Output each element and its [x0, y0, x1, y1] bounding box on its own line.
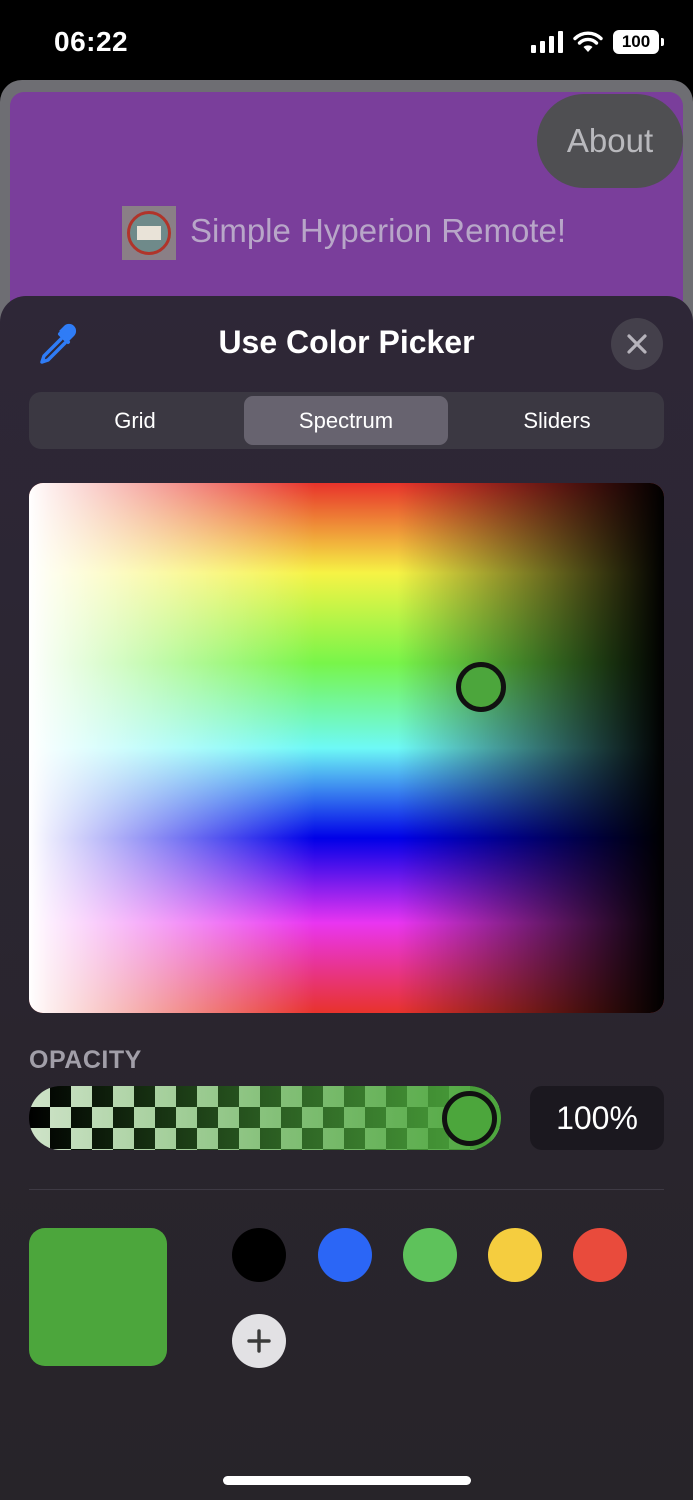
swatch-blue[interactable] — [318, 1228, 372, 1282]
wifi-icon — [573, 31, 603, 52]
swatch-red[interactable] — [573, 1228, 627, 1282]
spectrum-selector-thumb[interactable] — [456, 662, 506, 712]
tab-grid[interactable]: Grid — [33, 396, 237, 445]
cellular-signal-icon — [531, 31, 563, 53]
home-indicator — [223, 1476, 471, 1485]
status-bar: 06:22 100 — [0, 0, 693, 84]
close-icon — [627, 334, 647, 354]
swatch-green[interactable] — [403, 1228, 457, 1282]
app-logo — [122, 206, 176, 260]
divider — [29, 1189, 664, 1190]
opacity-slider-thumb[interactable] — [442, 1091, 497, 1146]
swatch-black[interactable] — [232, 1228, 286, 1282]
battery-level: 100 — [621, 32, 651, 51]
sheet-title: Use Color Picker — [218, 324, 475, 360]
plus-icon — [247, 1329, 271, 1353]
close-button[interactable] — [611, 318, 663, 370]
opacity-value-field[interactable]: 100% — [530, 1086, 664, 1150]
tab-sliders[interactable]: Sliders — [455, 396, 659, 445]
color-spectrum[interactable] — [29, 483, 664, 1013]
app-title: Simple Hyperion Remote! — [190, 212, 566, 249]
tab-spectrum[interactable]: Spectrum — [244, 396, 448, 445]
battery-icon: 100 — [613, 30, 664, 54]
add-swatch-button[interactable] — [232, 1314, 286, 1368]
current-color-swatch — [29, 1228, 167, 1366]
about-button[interactable]: About — [537, 94, 683, 188]
picker-mode-tabs: Grid Spectrum Sliders — [29, 392, 664, 449]
status-icons: 100 — [531, 30, 664, 54]
opacity-label: OPACITY — [29, 1046, 142, 1074]
opacity-slider[interactable] — [29, 1086, 501, 1150]
swatch-yellow[interactable] — [488, 1228, 542, 1282]
status-time: 06:22 — [54, 26, 129, 57]
